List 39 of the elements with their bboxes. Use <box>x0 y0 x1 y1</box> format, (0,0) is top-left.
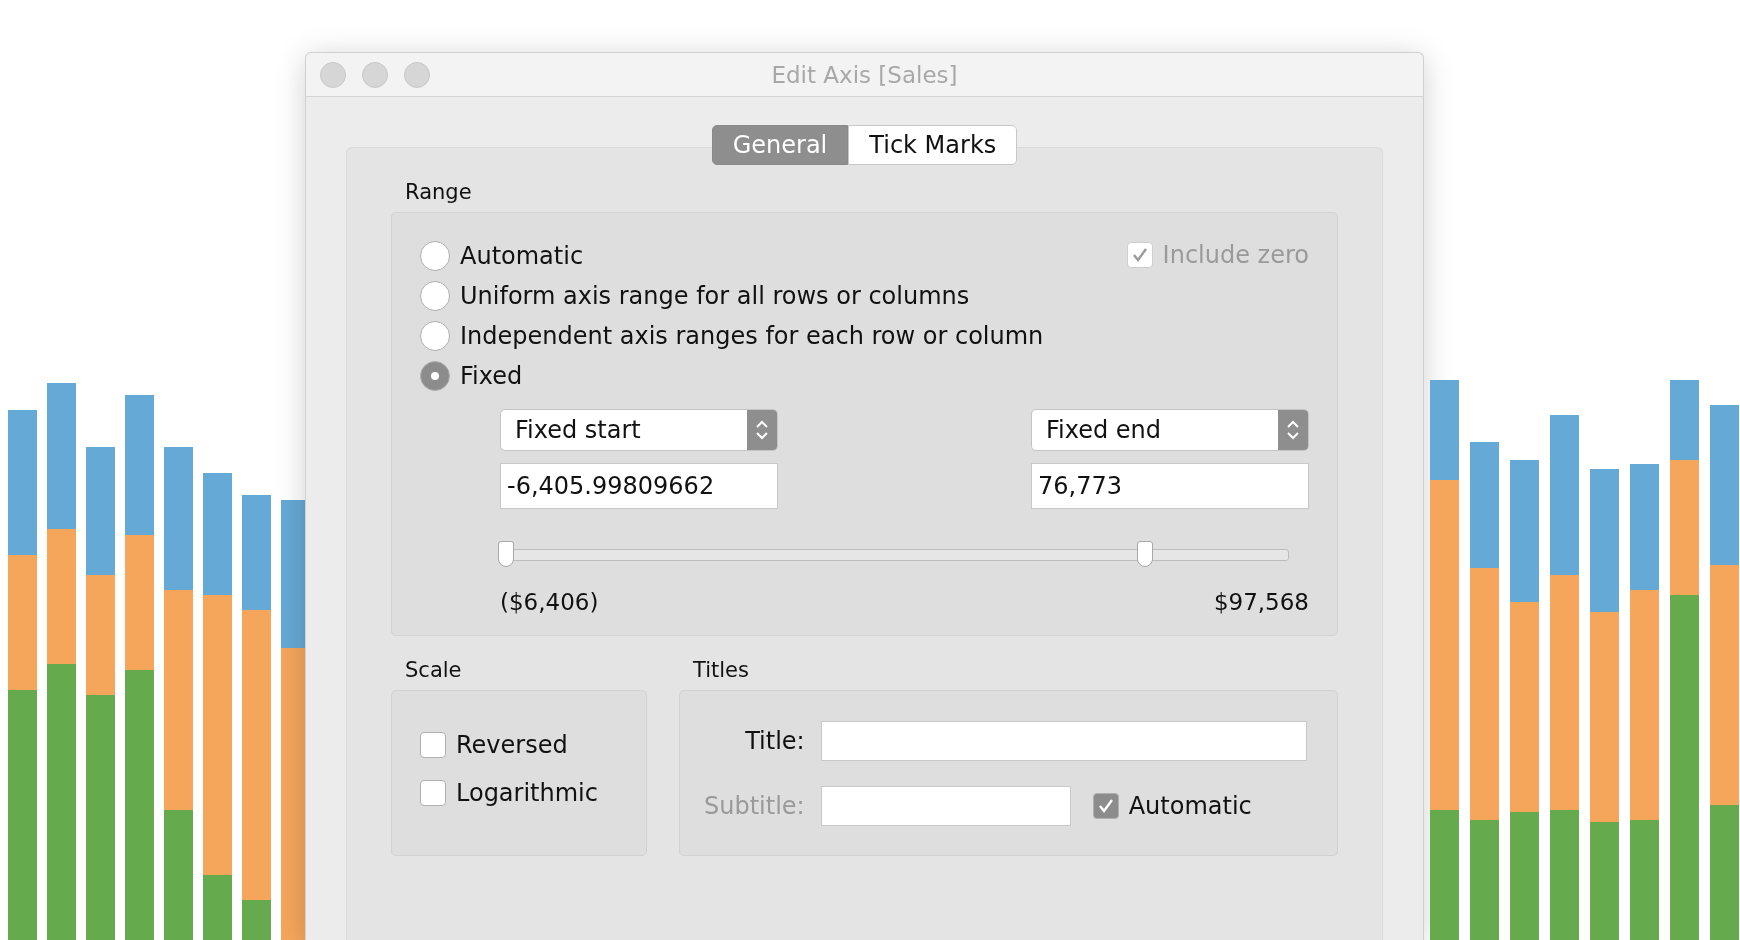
checkbox[interactable] <box>420 732 446 758</box>
checkbox-label: Automatic <box>1128 791 1252 820</box>
slider-thumb[interactable] <box>1137 541 1154 567</box>
radio-button[interactable] <box>420 241 450 271</box>
slider-thumb[interactable] <box>498 541 514 567</box>
checkbox-label: Include zero <box>1162 241 1309 269</box>
dropdown[interactable]: Fixed start <box>500 409 778 451</box>
radio-label: Independent axis ranges for each row or column <box>460 322 1044 350</box>
window-control-icon[interactable] <box>362 61 388 88</box>
input-field[interactable]: -6,405.99809662 <box>500 463 778 509</box>
group-label: Titles <box>693 658 750 682</box>
max-value: $97,568 <box>1213 589 1309 615</box>
stepper-arrows-icon <box>1278 410 1308 450</box>
input-field[interactable] <box>820 785 1071 826</box>
radio-label: Automatic <box>460 242 584 270</box>
range-slider[interactable] <box>500 541 1289 567</box>
radio-label: Uniform axis range for all rows or columns <box>460 282 970 310</box>
input-field[interactable] <box>820 720 1307 761</box>
field-label: Subtitle: <box>704 791 805 820</box>
checkbox-label: Reversed <box>456 731 568 759</box>
group-label: Range <box>405 180 473 204</box>
radio-button[interactable] <box>420 361 450 391</box>
checkbox-label: Logarithmic <box>456 779 598 807</box>
window-control-icon[interactable] <box>404 61 430 88</box>
checkmark-icon <box>1130 246 1149 264</box>
stepper-arrows-icon <box>747 410 777 450</box>
group-label: Scale <box>405 658 463 682</box>
field-label: Title: <box>744 726 805 755</box>
min-value: ($6,406) <box>500 589 599 615</box>
dropdown[interactable]: Fixed end <box>1031 409 1309 451</box>
checkbox[interactable] <box>1092 792 1119 819</box>
checkbox[interactable] <box>420 780 446 806</box>
radio-button[interactable] <box>420 281 450 311</box>
input-field[interactable]: 76,773 <box>1031 463 1309 509</box>
window-control-icon[interactable] <box>320 61 346 88</box>
window-title: Edit Axis [Sales] <box>770 61 959 88</box>
radio-label: Fixed <box>460 362 523 390</box>
radio-button[interactable] <box>420 321 450 351</box>
tab[interactable]: Tick Marks <box>848 125 1018 165</box>
